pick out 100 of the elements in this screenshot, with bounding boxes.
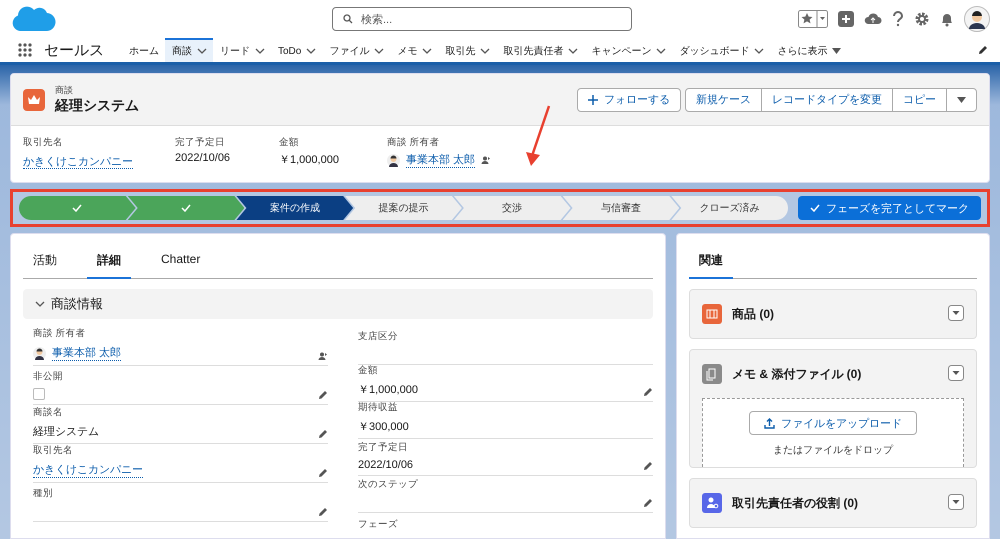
- highlight-label: 金額: [279, 136, 300, 149]
- cloud-icon[interactable]: [864, 11, 882, 27]
- action-button[interactable]: レコードタイプを変更: [761, 88, 893, 112]
- path-stage[interactable]: [128, 196, 244, 220]
- arrow-annotation: [523, 104, 553, 168]
- detail-tab[interactable]: Chatter: [151, 246, 210, 279]
- chevron-down-icon[interactable]: [374, 48, 384, 54]
- field-value: 経理システム: [33, 425, 99, 439]
- edit-nav-icon[interactable]: [978, 45, 988, 55]
- detail-tab[interactable]: 詳細: [87, 246, 131, 279]
- field-value: 2022/10/06: [358, 459, 414, 471]
- owner-link[interactable]: 事業本部 太郎: [52, 345, 122, 361]
- follow-button[interactable]: フォローする: [577, 88, 681, 112]
- chevron-down-icon[interactable]: [754, 48, 764, 54]
- opportunity-icon: [23, 88, 45, 110]
- change-owner-icon[interactable]: [481, 155, 492, 165]
- highlight-value: ￥1,000,000: [279, 153, 340, 167]
- nav-tab[interactable]: リード: [213, 38, 271, 62]
- nav-tab[interactable]: ホーム: [122, 38, 165, 62]
- mark-complete-button[interactable]: フェーズを完了としてマーク: [798, 196, 981, 220]
- bell-icon[interactable]: [940, 11, 954, 27]
- caret-icon[interactable]: [832, 48, 842, 54]
- dropdown-icon[interactable]: [948, 364, 964, 380]
- edit-icon[interactable]: [643, 387, 653, 397]
- caret-icon: [957, 96, 966, 102]
- checkbox[interactable]: [33, 388, 45, 400]
- document-icon: [702, 364, 722, 384]
- dropdown-icon[interactable]: [948, 494, 964, 510]
- path-stage[interactable]: 交渉: [454, 196, 571, 220]
- field-label: 期待収益: [358, 401, 399, 414]
- avatar-icon: [33, 346, 46, 360]
- upload-button[interactable]: ファイルをアップロード: [749, 411, 917, 435]
- edit-icon[interactable]: [318, 429, 328, 439]
- dropdown-icon[interactable]: [948, 304, 964, 320]
- add-icon[interactable]: [838, 11, 854, 27]
- edit-icon[interactable]: [643, 461, 653, 471]
- nav-tab[interactable]: 取引先: [438, 38, 496, 62]
- related-list-title[interactable]: 商品 (0): [732, 306, 774, 322]
- search-icon: [343, 14, 353, 24]
- field-value: ￥1,000,000: [358, 383, 418, 397]
- record-title: 経理システム: [55, 97, 139, 115]
- field-label: 金額: [358, 364, 379, 377]
- nav-tab[interactable]: 商談: [165, 38, 213, 62]
- chevron-down-icon[interactable]: [422, 48, 432, 54]
- check-icon: [72, 204, 82, 212]
- favorites-icon[interactable]: [798, 10, 828, 28]
- settings-icon[interactable]: [914, 11, 930, 27]
- path-stage[interactable]: 案件の作成: [236, 196, 354, 220]
- highlight-label: 商談 所有者: [387, 136, 441, 149]
- field-label: フェーズ: [358, 518, 398, 531]
- path-stage[interactable]: クローズ済み: [671, 196, 788, 220]
- contact-role-icon: [702, 493, 722, 513]
- edit-icon[interactable]: [643, 498, 653, 508]
- nav-tab[interactable]: メモ: [390, 38, 438, 62]
- help-icon[interactable]: [892, 11, 904, 27]
- chevron-down-icon[interactable]: [480, 48, 490, 54]
- field-label: 次のステップ: [358, 478, 418, 491]
- change-owner-icon[interactable]: [318, 351, 328, 361]
- object-label: 商談: [55, 84, 74, 97]
- field-label: 商談 所有者: [33, 327, 87, 340]
- chevron-down-icon[interactable]: [255, 48, 265, 54]
- avatar-icon: [387, 154, 400, 166]
- field-label: 非公開: [33, 370, 63, 383]
- section-header[interactable]: 商談情報: [23, 289, 653, 319]
- chevron-down-icon[interactable]: [306, 48, 316, 54]
- nav-tab[interactable]: さらに表示: [770, 38, 848, 62]
- path-stage[interactable]: 提案の提示: [345, 196, 462, 220]
- edit-icon[interactable]: [318, 507, 328, 517]
- field-label: 支店区分: [358, 330, 398, 343]
- action-button[interactable]: コピー: [892, 88, 947, 112]
- edit-icon[interactable]: [318, 390, 328, 400]
- account-link[interactable]: かきくけこカンパニー: [33, 462, 143, 478]
- drop-hint: またはファイルをドロップ: [773, 444, 893, 457]
- chevron-down-icon[interactable]: [197, 48, 207, 54]
- edit-icon[interactable]: [318, 468, 328, 478]
- app-launcher-icon[interactable]: [18, 43, 32, 57]
- chevron-down-icon[interactable]: [656, 48, 666, 54]
- nav-tab[interactable]: ToDo: [271, 38, 322, 62]
- avatar-icon[interactable]: [964, 6, 990, 32]
- field-label: 取引先名: [33, 444, 74, 457]
- product-icon: [702, 304, 722, 324]
- search-field[interactable]: 検索...: [332, 7, 632, 31]
- nav-tab[interactable]: ファイル: [322, 38, 390, 62]
- chevron-down-icon[interactable]: [568, 48, 578, 54]
- owner-link[interactable]: 事業本部 太郎: [406, 152, 476, 168]
- nav-tab[interactable]: ダッシュボード: [672, 38, 770, 62]
- nav-tab[interactable]: 取引先責任者: [496, 38, 584, 62]
- highlight-value: 2022/10/06: [175, 152, 232, 164]
- related-tab[interactable]: 関連: [689, 246, 733, 279]
- action-button[interactable]: 新規ケース: [685, 88, 762, 112]
- account-link[interactable]: かきくけこカンパニー: [23, 156, 133, 169]
- check-icon: [181, 204, 192, 212]
- plus-icon: [588, 94, 598, 104]
- detail-tab[interactable]: 活動: [23, 246, 67, 279]
- related-list-title[interactable]: 取引先責任者の役割 (0): [732, 494, 858, 512]
- path-stage[interactable]: 与信審査: [562, 196, 680, 220]
- nav-tab[interactable]: キャンペーン: [584, 38, 672, 62]
- related-list-title[interactable]: メモ & 添付ファイル (0): [732, 366, 862, 382]
- more-actions-button[interactable]: [946, 88, 977, 112]
- drop-zone[interactable]: ファイルをアップロード またはファイルをドロップ: [702, 398, 964, 467]
